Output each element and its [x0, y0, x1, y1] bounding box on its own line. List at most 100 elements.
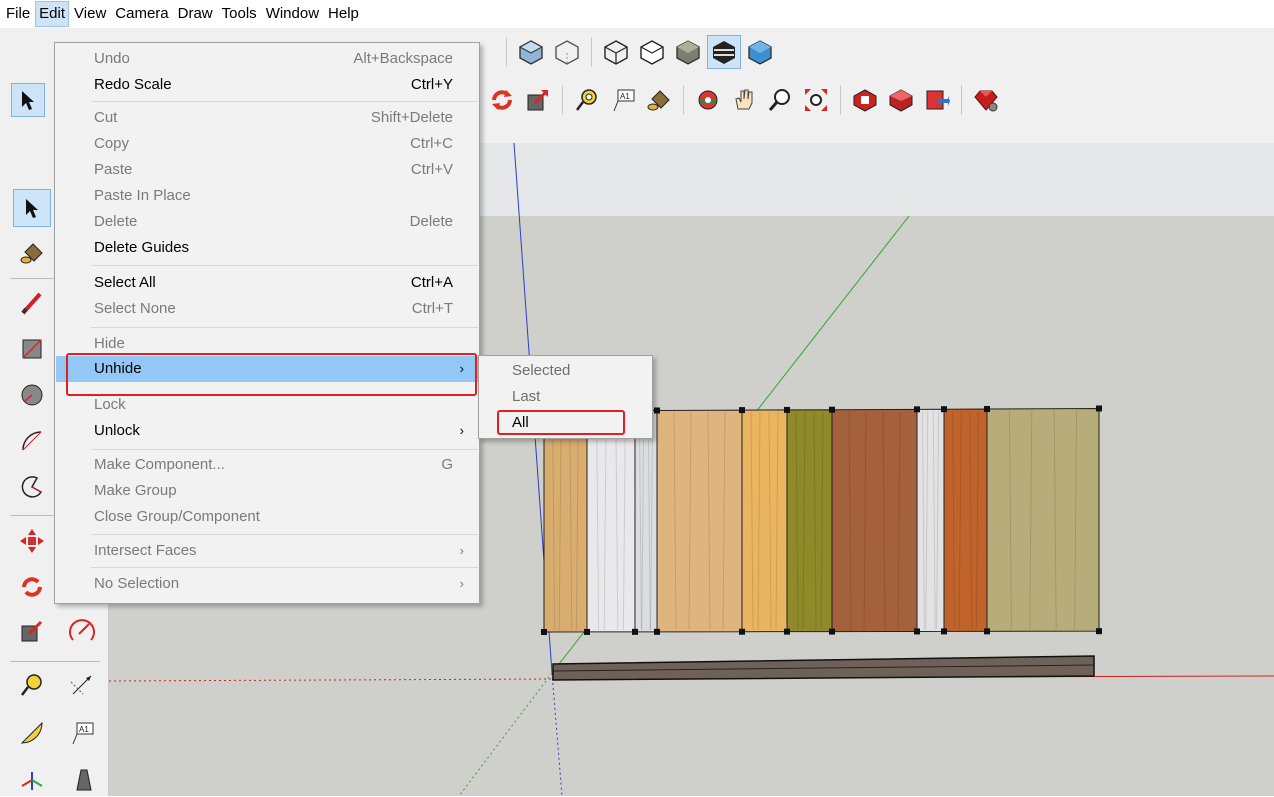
axes-tool-icon[interactable]	[14, 761, 50, 797]
blue-axis-hidden	[551, 672, 563, 796]
styles-toolbar	[500, 32, 778, 72]
menu-item-no-selection[interactable]: No Selection ›	[56, 571, 478, 597]
menu-item-label: Delete Guides	[94, 239, 190, 256]
menu-item-delete-guides[interactable]: Delete Guides	[56, 235, 478, 261]
menu-file[interactable]: File	[3, 2, 33, 26]
vertex-marker	[914, 628, 920, 635]
menu-item-label: Last	[512, 388, 541, 405]
pan-hand-icon[interactable]	[728, 84, 760, 116]
vertex-marker	[654, 407, 660, 414]
toolbar-separator	[562, 85, 563, 115]
dimension-tool-icon[interactable]	[64, 667, 100, 703]
panel-walnut	[831, 408, 918, 633]
rectangle-tool-icon[interactable]	[14, 331, 50, 367]
text-tool-label: A1	[620, 92, 630, 101]
menu-item-delete[interactable]: Delete Delete	[56, 209, 478, 235]
menu-item-undo[interactable]: Undo Alt+Backspace	[56, 46, 478, 72]
menu-item-make-group[interactable]: Make Group	[56, 478, 478, 504]
vertex-marker	[1096, 628, 1102, 635]
menu-item-close-group[interactable]: Close Group/Component	[56, 504, 478, 530]
menu-item-shortcut: Ctrl+T	[411, 300, 453, 317]
vertex-marker	[941, 628, 947, 635]
menu-edit[interactable]: Edit	[35, 1, 70, 27]
menu-tools[interactable]: Tools	[219, 2, 260, 26]
menu-item-cut[interactable]: Cut Shift+Delete	[56, 105, 478, 131]
menu-item-shortcut: Ctrl+V	[410, 161, 453, 178]
back-edges-style-icon[interactable]	[551, 36, 583, 68]
select-tool-icon[interactable]	[11, 83, 45, 117]
menu-item-paste[interactable]: Paste Ctrl+V	[56, 157, 478, 183]
main-toolbar-left	[10, 80, 46, 120]
line-tool-icon[interactable]	[14, 285, 50, 321]
pie-tool-icon[interactable]	[14, 469, 50, 505]
menu-item-label: Select None	[94, 300, 176, 317]
ruby-console-icon[interactable]	[970, 84, 1002, 116]
panel-olive-wood	[786, 409, 833, 633]
panel-white-marble	[916, 408, 945, 632]
menu-help[interactable]: Help	[325, 2, 362, 26]
menu-item-shortcut: G	[441, 456, 453, 473]
menu-item-select-none[interactable]: Select None Ctrl+T	[56, 296, 478, 322]
tape-measure-icon[interactable]	[571, 84, 603, 116]
paint-bucket-icon[interactable]	[643, 84, 675, 116]
vertex-marker	[914, 406, 920, 413]
menu-item-make-component[interactable]: Make Component... G	[56, 452, 478, 478]
menu-item-intersect-faces[interactable]: Intersect Faces ›	[56, 538, 478, 564]
menu-item-label: Select All	[94, 274, 156, 291]
menu-item-label: Intersect Faces	[94, 542, 197, 559]
text-tool-icon[interactable]: A1	[607, 84, 639, 116]
rotate-tool-icon[interactable]	[486, 84, 518, 116]
menu-item-paste-in-place[interactable]: Paste In Place	[56, 183, 478, 209]
extension-warehouse-icon[interactable]	[921, 84, 953, 116]
submenu-item-last[interactable]: Last	[479, 384, 652, 410]
wireframe-style-icon[interactable]	[600, 36, 632, 68]
menu-item-redo[interactable]: Redo Scale Ctrl+Y	[56, 72, 478, 98]
menu-window[interactable]: Window	[263, 2, 322, 26]
chevron-right-icon: ›	[459, 423, 464, 438]
share-model-icon[interactable]	[885, 84, 917, 116]
panel-parquet-oak	[656, 409, 743, 633]
scale-tool-icon[interactable]	[522, 84, 554, 116]
menu-item-label: Selected	[512, 362, 571, 379]
shaded-style-icon[interactable]	[672, 36, 704, 68]
section-plane-icon[interactable]	[64, 761, 100, 797]
paint-bucket-icon[interactable]	[14, 235, 50, 271]
menu-camera[interactable]: Camera	[112, 2, 171, 26]
menu-draw[interactable]: Draw	[175, 2, 216, 26]
move-tool-icon[interactable]	[14, 523, 50, 559]
shaded-textures-style-icon[interactable]	[707, 35, 741, 69]
vertex-marker	[984, 406, 990, 413]
all-highlight-box	[497, 410, 625, 435]
text-tool-icon[interactable]: A1	[64, 715, 100, 751]
panel-white-marble	[634, 409, 658, 633]
toolbar-separator	[840, 85, 841, 115]
panel-weathered-wood	[986, 408, 1100, 632]
scale-tool-icon[interactable]	[14, 613, 50, 649]
circle-tool-icon[interactable]	[14, 377, 50, 413]
menu-item-label: Make Group	[94, 482, 177, 499]
monochrome-style-icon[interactable]	[744, 36, 776, 68]
menu-view[interactable]: View	[71, 2, 109, 26]
menu-item-unlock[interactable]: Unlock ›	[56, 418, 478, 444]
zoom-tool-icon[interactable]	[764, 84, 796, 116]
text-tool-label: A1	[79, 725, 89, 734]
warehouse-icon[interactable]	[849, 84, 881, 116]
palette-separator	[10, 661, 100, 662]
protractor-tool-icon[interactable]	[14, 715, 50, 751]
arc-tool-icon[interactable]	[14, 423, 50, 459]
red-axis-hidden	[109, 678, 553, 682]
rotate-tool-icon[interactable]	[14, 569, 50, 605]
submenu-item-selected[interactable]: Selected	[479, 358, 652, 384]
hidden-line-style-icon[interactable]	[636, 36, 668, 68]
select-tool-icon[interactable]	[13, 189, 51, 227]
vertex-marker	[829, 628, 835, 635]
menu-separator	[91, 327, 478, 328]
xray-style-icon[interactable]	[515, 36, 547, 68]
menu-item-select-all[interactable]: Select All Ctrl+A	[56, 270, 478, 296]
zoom-extents-icon[interactable]	[800, 84, 832, 116]
orbit-tool-icon[interactable]	[692, 84, 724, 116]
tape-measure-icon[interactable]	[14, 667, 50, 703]
menu-item-copy[interactable]: Copy Ctrl+C	[56, 131, 478, 157]
menu-item-label: Paste	[94, 161, 133, 178]
offset-tool-icon[interactable]	[64, 613, 100, 649]
